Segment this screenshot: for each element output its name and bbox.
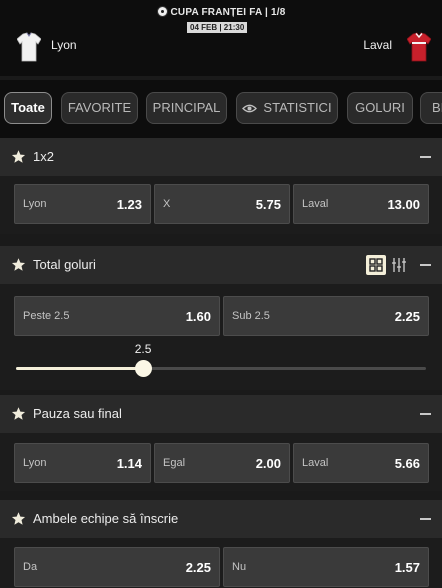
odd-button-no[interactable]: Nu 1.57: [223, 547, 429, 587]
list-view-icon[interactable]: [389, 255, 409, 275]
eye-icon: [242, 104, 258, 113]
market-title: Pauza sau final: [33, 406, 122, 421]
odd-button-away[interactable]: Laval 5.66: [293, 443, 429, 483]
tab-bi[interactable]: BI: [420, 92, 442, 124]
odd-label: X: [163, 198, 171, 210]
competition-title: CUPA FRANȚEI FA | 1/8: [0, 6, 442, 18]
away-jersey-icon: [407, 32, 431, 62]
odd-label: Lyon: [23, 198, 47, 210]
odd-value: 2.00: [255, 456, 281, 471]
market-body-1x2: Lyon 1.23 X 5.75 Laval 13.00: [0, 176, 442, 234]
soccer-ball-icon: [156, 6, 168, 17]
odd-button-over[interactable]: Peste 2.5 1.60: [14, 296, 220, 336]
odd-value: 1.14: [116, 456, 142, 471]
tab-principal[interactable]: PRINCIPAL: [146, 92, 227, 124]
away-team-name: Laval: [363, 38, 392, 52]
star-icon[interactable]: [11, 511, 26, 526]
odd-label: Lyon: [23, 457, 47, 469]
odd-value: 5.66: [394, 456, 420, 471]
market-header-both-teams-score[interactable]: Ambele echipe să înscrie: [0, 500, 442, 538]
market-title: Total goluri: [33, 257, 96, 272]
home-jersey-icon: [17, 32, 41, 62]
collapse-icon[interactable]: [420, 518, 431, 520]
competition-label: CUPA FRANȚEI FA | 1/8: [170, 7, 286, 18]
match-header: CUPA FRANȚEI FA | 1/8 04 FEB | 21:30 Lyo…: [0, 0, 442, 76]
odd-value: 1.60: [185, 309, 211, 324]
tab-statistici[interactable]: STATISTICI: [236, 92, 338, 124]
goal-line-value: 2.5: [134, 342, 152, 356]
goal-line-slider-fill: [16, 367, 144, 370]
odd-value: 13.00: [387, 197, 420, 212]
star-icon[interactable]: [11, 257, 26, 272]
odd-label: Peste 2.5: [23, 310, 70, 322]
market-header-total-goals[interactable]: Total goluri: [0, 246, 442, 284]
market-body-both-teams-score: Da 2.25 Nu 1.57: [0, 538, 442, 588]
odd-value: 2.25: [394, 309, 420, 324]
market-filter-tabs: Toate FAVORITE PRINCIPAL STATISTICI GOLU…: [0, 80, 442, 138]
odd-button-home[interactable]: Lyon 1.23: [14, 184, 151, 224]
odd-value: 1.57: [394, 560, 420, 575]
home-team-name: Lyon: [51, 38, 77, 52]
collapse-icon[interactable]: [420, 413, 431, 415]
market-title: Ambele echipe să înscrie: [33, 511, 179, 526]
tab-toate[interactable]: Toate: [4, 92, 52, 124]
market-header-halftime-fulltime[interactable]: Pauza sau final: [0, 395, 442, 433]
odd-button-draw[interactable]: X 5.75: [154, 184, 290, 224]
odd-button-home[interactable]: Lyon 1.14: [14, 443, 151, 483]
market-body-total-goals: Peste 2.5 1.60 Sub 2.5 2.25: [0, 284, 442, 390]
goal-line-slider-handle[interactable]: [134, 360, 152, 377]
odd-button-yes[interactable]: Da 2.25: [14, 547, 220, 587]
goal-line-slider[interactable]: [16, 367, 426, 370]
odd-button-draw[interactable]: Egal 2.00: [154, 443, 290, 483]
odd-label: Laval: [302, 457, 329, 469]
odd-value: 1.23: [116, 197, 142, 212]
tab-goluri[interactable]: GOLURI: [347, 92, 413, 124]
collapse-icon[interactable]: [420, 264, 431, 266]
odd-value: 2.25: [185, 560, 211, 575]
star-icon[interactable]: [11, 406, 26, 421]
tab-statistici-label: STATISTICI: [263, 100, 332, 115]
odd-button-under[interactable]: Sub 2.5 2.25: [223, 296, 429, 336]
odd-button-away[interactable]: Laval 13.00: [293, 184, 429, 224]
grid-view-icon[interactable]: [366, 255, 386, 275]
odd-label: Laval: [302, 198, 329, 210]
odd-value: 5.75: [255, 197, 281, 212]
market-header-1x2[interactable]: 1x2: [0, 138, 442, 176]
odd-label: Da: [23, 561, 38, 573]
collapse-icon[interactable]: [420, 156, 431, 158]
odd-label: Egal: [163, 457, 186, 469]
odd-label: Nu: [232, 561, 247, 573]
odd-label: Sub 2.5: [232, 310, 270, 322]
match-datetime: 04 FEB | 21:30: [187, 22, 248, 33]
tab-favorite[interactable]: FAVORITE: [61, 92, 138, 124]
market-body-halftime-fulltime: Lyon 1.14 Egal 2.00 Laval 5.66: [0, 433, 442, 491]
market-title: 1x2: [33, 149, 54, 164]
star-icon[interactable]: [11, 149, 26, 164]
